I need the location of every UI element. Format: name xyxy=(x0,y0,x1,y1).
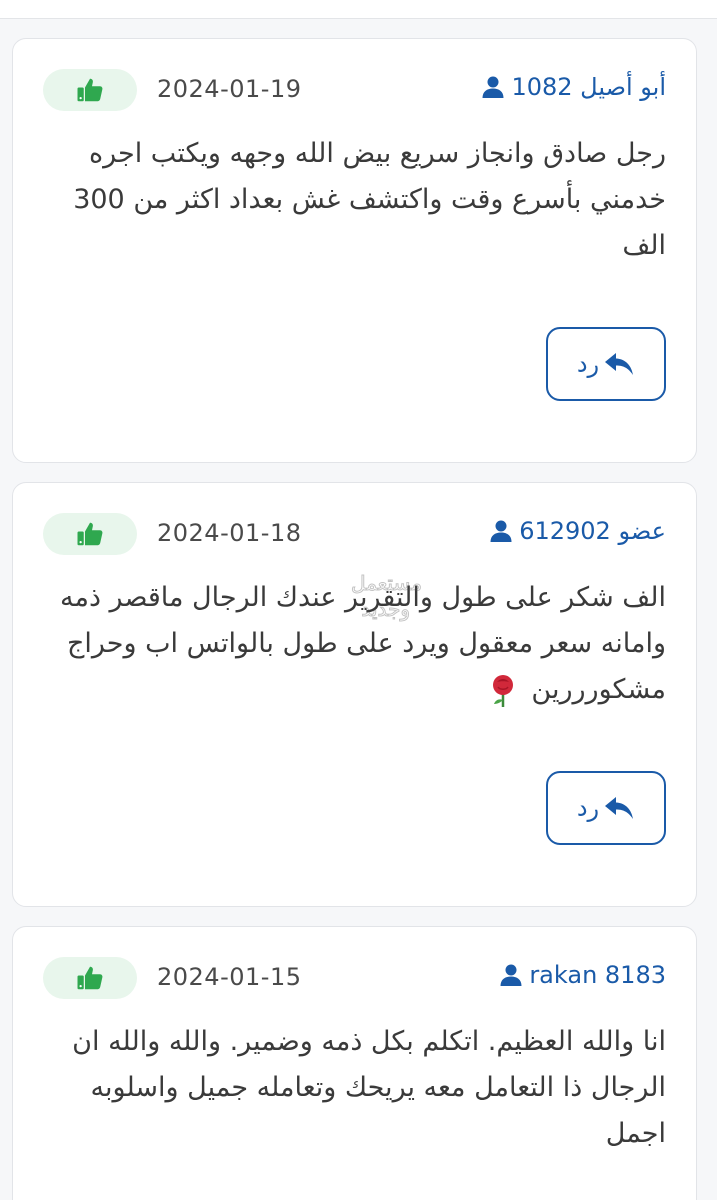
review-card: 2024-01-18 عضو 612902 الف شكر على طول وا… xyxy=(12,482,697,907)
review-card: 2024-01-19 أبو أصيل 1082 رجل صادق وانجاز… xyxy=(12,38,697,463)
user-icon xyxy=(481,75,505,99)
like-button[interactable] xyxy=(43,957,137,999)
review-author[interactable]: أبو أصيل 1082 xyxy=(481,73,666,101)
reviews-page: 2024-01-19 أبو أصيل 1082 رجل صادق وانجاز… xyxy=(0,0,717,1200)
review-text-content: انا والله العظيم. اتكلم بكل ذمه وضمير. و… xyxy=(72,1026,666,1149)
reply-button[interactable]: رد xyxy=(546,771,666,845)
user-icon xyxy=(499,963,523,987)
review-header: 2024-01-15 rakan 8183 xyxy=(43,957,666,999)
review-date: 2024-01-15 xyxy=(157,963,302,991)
user-icon xyxy=(489,519,513,543)
reply-button[interactable]: رد xyxy=(546,327,666,401)
svg-text:وجديد: وجديد xyxy=(361,597,410,621)
reply-arrow-icon xyxy=(603,795,635,821)
reply-label: رد xyxy=(576,794,600,822)
review-date: 2024-01-19 xyxy=(157,75,302,103)
review-text: انا والله العظيم. اتكلم بكل ذمه وضمير. و… xyxy=(43,1019,666,1157)
review-text-content: رجل صادق وانجاز سريع بيض الله وجهه ويكتب… xyxy=(73,138,666,261)
watermark-logo: مستعمل وجديد xyxy=(300,566,430,626)
review-date: 2024-01-18 xyxy=(157,519,302,547)
svg-text:مستعمل: مستعمل xyxy=(351,571,422,595)
author-name: عضو 612902 xyxy=(519,517,666,545)
review-author[interactable]: rakan 8183 xyxy=(499,961,666,989)
review-header: 2024-01-19 أبو أصيل 1082 xyxy=(43,69,666,111)
like-button[interactable] xyxy=(43,513,137,555)
top-bar xyxy=(0,0,717,19)
review-header: 2024-01-18 عضو 612902 xyxy=(43,513,666,555)
thumbs-up-icon xyxy=(75,963,105,993)
author-name: rakan 8183 xyxy=(529,961,666,989)
thumbs-up-icon xyxy=(75,519,105,549)
reply-arrow-icon xyxy=(603,351,635,377)
review-card: 2024-01-15 rakan 8183 انا والله العظيم. … xyxy=(12,926,697,1200)
reply-label: رد xyxy=(576,350,600,378)
review-author[interactable]: عضو 612902 xyxy=(489,517,666,545)
review-text: رجل صادق وانجاز سريع بيض الله وجهه ويكتب… xyxy=(43,131,666,269)
rose-icon xyxy=(489,674,517,708)
author-name: أبو أصيل 1082 xyxy=(511,73,666,101)
like-button[interactable] xyxy=(43,69,137,111)
thumbs-up-icon xyxy=(75,75,105,105)
